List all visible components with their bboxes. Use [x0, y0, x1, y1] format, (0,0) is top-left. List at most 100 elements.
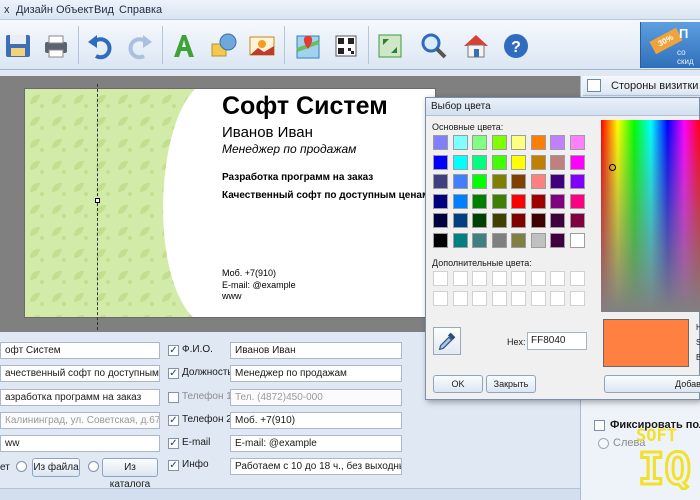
close-button[interactable]: Закрыть: [486, 375, 536, 393]
extra-color-slot[interactable]: [530, 271, 546, 286]
basic-color-swatch[interactable]: [530, 174, 546, 189]
extra-color-slot[interactable]: [530, 290, 546, 306]
basic-color-swatch[interactable]: [550, 232, 565, 248]
color-spectrum[interactable]: [601, 120, 700, 312]
extra-color-slot[interactable]: [491, 271, 507, 286]
basic-color-swatch[interactable]: [511, 135, 526, 150]
basic-color-swatch[interactable]: [472, 135, 487, 150]
fix-position-checkbox[interactable]: [594, 420, 605, 431]
card-company[interactable]: Софт Систем: [222, 92, 388, 121]
company-field[interactable]: офт Систем: [0, 342, 160, 359]
basic-color-swatch[interactable]: [511, 232, 526, 248]
basic-color-swatch[interactable]: [569, 174, 585, 189]
card-sides-header[interactable]: Стороны визитки: [583, 76, 700, 96]
extra-color-slot[interactable]: [433, 290, 448, 306]
menu-item-view[interactable]: Вид: [94, 4, 114, 16]
resize-icon[interactable]: [374, 30, 406, 62]
basic-color-swatch[interactable]: [491, 193, 507, 209]
redo-icon[interactable]: [124, 30, 156, 62]
menu-item-design[interactable]: Дизайн: [16, 4, 53, 16]
card-slogan-2[interactable]: Качественный софт по доступным ценам: [222, 190, 429, 201]
basic-color-swatch[interactable]: [452, 213, 468, 228]
basic-color-swatch[interactable]: [491, 154, 507, 170]
basic-color-swatch[interactable]: [511, 193, 526, 209]
tel2-checkbox[interactable]: ✓: [168, 415, 179, 426]
eyedropper-button[interactable]: [433, 327, 461, 355]
menu-item-file[interactable]: х: [4, 4, 10, 16]
basic-color-swatch[interactable]: [433, 193, 448, 209]
www-field[interactable]: ww: [0, 435, 160, 452]
basic-color-swatch[interactable]: [530, 193, 546, 209]
basic-color-swatch[interactable]: [452, 232, 468, 248]
basic-color-swatch[interactable]: [550, 154, 565, 170]
basic-color-swatch[interactable]: [472, 193, 487, 209]
basic-color-swatch[interactable]: [491, 232, 507, 248]
extra-color-slot[interactable]: [472, 271, 487, 286]
extra-color-slot[interactable]: [491, 290, 507, 306]
basic-color-swatch[interactable]: [550, 174, 565, 189]
save-icon[interactable]: [2, 30, 34, 62]
promo-banner[interactable]: 30% П со скид: [640, 22, 700, 68]
extra-color-slot[interactable]: [472, 290, 487, 306]
basic-color-swatch[interactable]: [569, 232, 585, 248]
basic-color-swatch[interactable]: [433, 135, 448, 150]
from-file-button[interactable]: Из файла: [32, 458, 80, 477]
fio-checkbox[interactable]: ✓: [168, 345, 179, 356]
basic-color-swatch[interactable]: [472, 154, 487, 170]
basic-color-swatch[interactable]: [452, 135, 468, 150]
menu-item-object[interactable]: Объект: [56, 4, 93, 16]
add-color-button[interactable]: Добав: [604, 375, 700, 393]
slogan2-field[interactable]: ачественный софт по доступным ценам: [0, 365, 160, 382]
extra-color-slot[interactable]: [550, 290, 565, 306]
menu-item-help[interactable]: Справка: [119, 4, 162, 16]
text-icon[interactable]: [168, 30, 200, 62]
extra-color-slot[interactable]: [511, 290, 526, 306]
basic-color-swatch[interactable]: [530, 213, 546, 228]
tel1-field[interactable]: Тел. (4872)450-000: [230, 389, 402, 406]
basic-color-swatch[interactable]: [569, 154, 585, 170]
basic-color-swatch[interactable]: [569, 193, 585, 209]
basic-color-swatch[interactable]: [491, 174, 507, 189]
map-icon[interactable]: [292, 30, 324, 62]
basic-color-swatch[interactable]: [433, 232, 448, 248]
dialog-titlebar[interactable]: Выбор цвета: [426, 98, 699, 116]
extra-color-slot[interactable]: [511, 271, 526, 286]
basic-color-swatch[interactable]: [511, 174, 526, 189]
post-field[interactable]: Менеджер по продажам: [230, 365, 402, 382]
basic-color-swatch[interactable]: [472, 232, 487, 248]
basic-color-swatch[interactable]: [491, 213, 507, 228]
resize-handle[interactable]: [95, 198, 100, 203]
basic-color-swatch[interactable]: [569, 135, 585, 150]
basic-color-swatch[interactable]: [472, 213, 487, 228]
basic-color-swatch[interactable]: [491, 135, 507, 150]
spectrum-cursor[interactable]: [609, 164, 616, 171]
image-icon[interactable]: [246, 30, 278, 62]
basic-color-swatch[interactable]: [530, 154, 546, 170]
left-radio[interactable]: [598, 438, 609, 449]
extra-color-slot[interactable]: [433, 271, 448, 286]
logo-from-file-radio[interactable]: [16, 461, 27, 472]
extra-color-slot[interactable]: [452, 271, 468, 286]
fio-field[interactable]: Иванов Иван: [230, 342, 402, 359]
tel1-checkbox[interactable]: [168, 392, 179, 403]
help-icon[interactable]: ?: [500, 30, 532, 62]
basic-color-swatch[interactable]: [433, 213, 448, 228]
basic-color-swatch[interactable]: [550, 135, 565, 150]
basic-color-swatch[interactable]: [530, 135, 546, 150]
basic-color-swatch[interactable]: [452, 154, 468, 170]
address-field[interactable]: Калининград, ул. Советская, д.67, оф.3(: [0, 412, 160, 429]
ok-button[interactable]: OK: [433, 375, 483, 393]
extra-color-slot[interactable]: [569, 290, 585, 306]
undo-icon[interactable]: [84, 30, 116, 62]
card-position[interactable]: Менеджер по продажам: [222, 142, 356, 156]
card-slogan-1[interactable]: Разработка программ на заказ: [222, 172, 373, 183]
tel2-field[interactable]: Моб. +7(910): [230, 412, 402, 429]
basic-color-swatch[interactable]: [511, 154, 526, 170]
extra-color-slot[interactable]: [569, 271, 585, 286]
basic-color-swatch[interactable]: [433, 154, 448, 170]
extra-color-slot[interactable]: [452, 290, 468, 306]
slogan1-field[interactable]: азработка программ на заказ: [0, 389, 160, 406]
from-catalog-button[interactable]: Из каталога: [102, 458, 158, 490]
email-field[interactable]: E-mail: @example: [230, 435, 402, 452]
basic-color-swatch[interactable]: [511, 213, 526, 228]
